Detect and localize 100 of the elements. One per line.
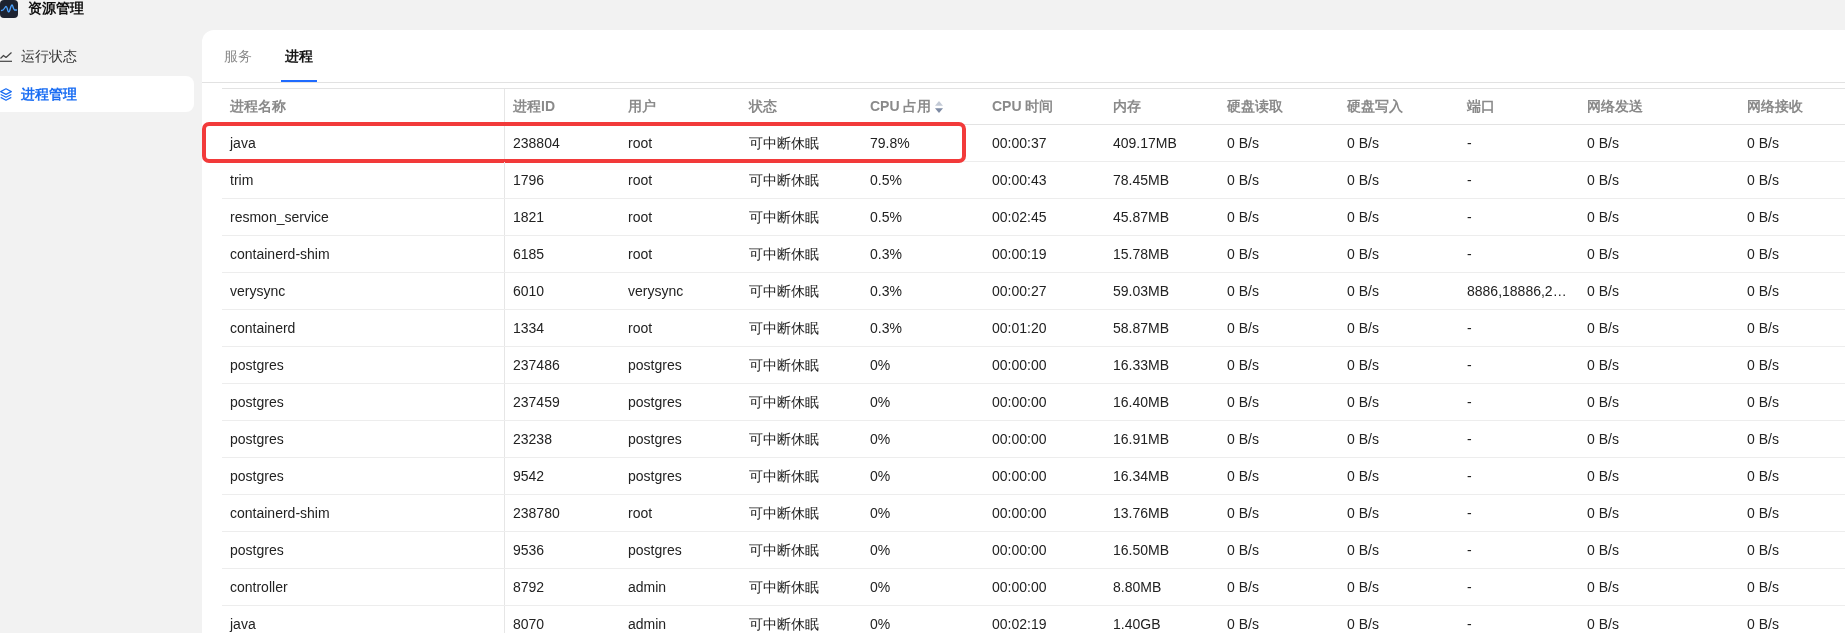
- table-cell-text: 79.8%: [869, 134, 911, 153]
- table-cell-text: 00:00:00: [991, 541, 1048, 560]
- table-cell-text: 59.03MB: [1112, 282, 1171, 301]
- table-cell-text: 0 B/s: [1746, 541, 1780, 560]
- table-cell-text: 0 B/s: [1226, 208, 1260, 227]
- table-cell-text: 1821: [512, 208, 546, 227]
- table-cell-text: 0 B/s: [1226, 578, 1260, 597]
- table-cell-text: postgres: [627, 356, 683, 375]
- table-cell-text: 0 B/s: [1586, 208, 1620, 227]
- table-cell-text: -: [1466, 134, 1473, 153]
- table-cell-text: -: [1466, 578, 1473, 597]
- table-cell-text: 8886,18886,2…: [1466, 282, 1568, 301]
- layers-icon: [0, 87, 12, 101]
- table-cell-text: 0 B/s: [1586, 578, 1620, 597]
- table-cell: postgres: [222, 532, 505, 568]
- table-cell-text: root: [627, 171, 654, 190]
- table-cell-text: 0 B/s: [1746, 245, 1780, 264]
- table-cell: containerd: [222, 310, 505, 346]
- table-cell-text: 0 B/s: [1346, 393, 1380, 412]
- table-cell-text: 1334: [512, 319, 546, 338]
- table-cell-text: 00:00:00: [991, 393, 1048, 412]
- table-cell-text: 0.3%: [869, 319, 903, 338]
- table-cell-text: 0 B/s: [1226, 615, 1260, 633]
- table-cell-text: 409.17MB: [1112, 134, 1178, 153]
- table-cell-text: 13.76MB: [1112, 504, 1171, 523]
- table-cell-text: root: [627, 319, 654, 338]
- table-cell-text: 6185: [512, 245, 546, 264]
- app-logo-icon: [0, 0, 18, 18]
- tab[interactable]: 服务: [220, 30, 256, 82]
- table-cell-text: 可中断休眠: [748, 245, 820, 264]
- table-cell-text: root: [627, 134, 654, 153]
- table-cell-text: 0 B/s: [1586, 282, 1620, 301]
- table-cell-text: 00:00:00: [991, 467, 1048, 486]
- column-header: CPU 时间: [991, 97, 1055, 116]
- table-cell-text: 0 B/s: [1226, 356, 1260, 375]
- table-cell-text: 0 B/s: [1346, 245, 1380, 264]
- table-cell-text: 0%: [869, 504, 892, 523]
- table-cell-text: 237459: [512, 393, 561, 412]
- table-cell-text: 0 B/s: [1746, 467, 1780, 486]
- table-cell-text: root: [627, 504, 654, 523]
- table-cell-text: 78.45MB: [1112, 171, 1171, 190]
- table-cell-text: 0.5%: [869, 208, 903, 227]
- table-cell-text: postgres: [627, 393, 683, 412]
- column-header: 硬盘读取: [1226, 97, 1284, 116]
- table-cell-text: 0 B/s: [1346, 319, 1380, 338]
- table-cell-text: 1796: [512, 171, 546, 190]
- table-cell-text: 0 B/s: [1226, 504, 1260, 523]
- table-cell-text: 9542: [512, 467, 546, 486]
- table-cell: postgres: [222, 421, 505, 457]
- table-cell-text: -: [1466, 356, 1473, 375]
- table-cell-text: 00:00:00: [991, 430, 1048, 449]
- table-cell-text: 可中断休眠: [748, 615, 820, 633]
- column-header: 网络发送: [1586, 97, 1644, 116]
- table-cell-text: 可中断休眠: [748, 393, 820, 412]
- table-cell-text: 238780: [512, 504, 561, 523]
- column-header: 用户: [627, 97, 657, 116]
- column-header: 网络接收: [1746, 97, 1804, 116]
- sortable-column-header[interactable]: CPU 占用: [862, 89, 984, 124]
- table-cell-text: 237486: [512, 356, 561, 375]
- table-cell-text: 可中断休眠: [748, 134, 820, 153]
- table-cell-text: 0 B/s: [1746, 578, 1780, 597]
- table-cell: java: [222, 606, 505, 633]
- table-cell-text: 0 B/s: [1586, 615, 1620, 633]
- table-cell-text: 0 B/s: [1226, 430, 1260, 449]
- table-cell-text: -: [1466, 504, 1473, 523]
- table-cell: postgres: [222, 384, 505, 420]
- table-cell-text: 0.3%: [869, 282, 903, 301]
- table-cell-text: 0 B/s: [1746, 393, 1780, 412]
- table-cell-text: 0 B/s: [1586, 430, 1620, 449]
- table-cell-text: 58.87MB: [1112, 319, 1171, 338]
- table-cell: resmon_service: [222, 199, 505, 235]
- table-cell-text: 0 B/s: [1346, 430, 1380, 449]
- table-cell-text: -: [1466, 319, 1473, 338]
- table-cell-text: 1.40GB: [1112, 615, 1162, 633]
- table-cell-text: 0 B/s: [1346, 467, 1380, 486]
- sidebar-item[interactable]: 进程管理: [0, 76, 194, 112]
- table-cell-text: verysync: [627, 282, 685, 301]
- table-cell-text: 0 B/s: [1346, 282, 1380, 301]
- table-cell: postgres: [222, 458, 505, 494]
- table-cell-text: 0 B/s: [1226, 245, 1260, 264]
- tab[interactable]: 进程: [281, 30, 317, 82]
- column-header: 进程名称: [222, 89, 505, 124]
- column-header: 状态: [747, 97, 778, 116]
- table-cell: java: [222, 125, 505, 161]
- table-cell-text: 00:00:00: [991, 356, 1048, 375]
- table-cell-text: 0 B/s: [1346, 134, 1380, 153]
- table-cell-text: 0 B/s: [1226, 171, 1260, 190]
- table-cell-text: 0 B/s: [1226, 393, 1260, 412]
- table-cell-text: 00:00:19: [991, 245, 1048, 264]
- table-cell-text: 0 B/s: [1586, 134, 1620, 153]
- table-cell-text: 可中断休眠: [748, 208, 820, 227]
- table-cell-text: 00:00:37: [991, 134, 1048, 153]
- table-cell-text: -: [1466, 245, 1473, 264]
- table-cell-text: 238804: [512, 134, 561, 153]
- table-cell-text: 8070: [512, 615, 546, 633]
- table-cell-text: 0%: [869, 467, 892, 486]
- table-cell-text: 0 B/s: [1226, 467, 1260, 486]
- column-header: 进程ID: [512, 97, 556, 116]
- sidebar-item[interactable]: 运行状态: [0, 38, 194, 74]
- table-cell-text: 0 B/s: [1346, 171, 1380, 190]
